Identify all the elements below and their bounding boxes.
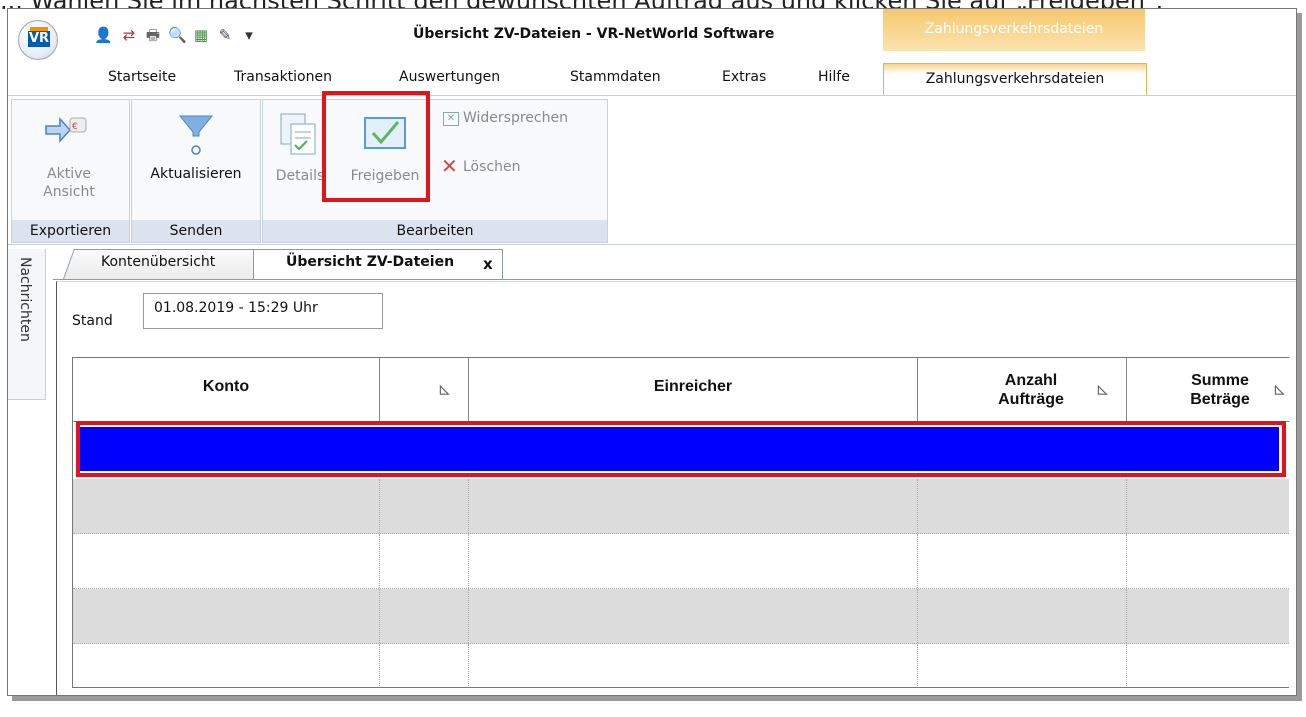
anzahl-header-line-1: Anzahl <box>1004 372 1058 389</box>
summe-header-line-2: Beträge <box>1190 391 1250 408</box>
selected-row-highlight-frame <box>76 421 1286 477</box>
group-label-exportieren: Exportieren <box>12 220 129 242</box>
loeschen-button[interactable]: ✕ Löschen <box>441 154 561 180</box>
freigeben-highlight-frame <box>322 91 430 202</box>
stand-label: Stand <box>72 313 113 329</box>
ribbon: € Aktive Ansicht Exportieren Aktualisier… <box>8 95 1296 245</box>
sort-icon: ◺ <box>440 382 450 396</box>
aktive-ansicht-button[interactable]: € Aktive Ansicht <box>34 110 104 200</box>
column-header-einreicher-label: Einreicher <box>653 378 733 395</box>
delete-x-icon: ✕ <box>441 154 458 178</box>
vr-logo-icon: VR <box>28 27 50 47</box>
aktualisieren-button[interactable]: Aktualisieren <box>138 110 254 196</box>
column-header-konto-label: Konto <box>202 378 250 395</box>
group-exportieren: € Aktive Ansicht Exportieren <box>11 99 130 243</box>
aktive-ansicht-label-1: Aktive <box>47 166 91 182</box>
transfer-icon[interactable]: ⇄ <box>120 26 138 44</box>
tab-hilfe[interactable]: Hilfe <box>818 69 850 85</box>
widersprechen-label: Widersprechen <box>463 110 568 126</box>
stand-field: 01.08.2019 - 15:29 Uhr <box>143 293 383 329</box>
widersprechen-button[interactable]: ✕ Widersprechen <box>441 110 601 132</box>
svg-text:€: € <box>72 122 78 132</box>
table-row[interactable] <box>73 644 1289 687</box>
table-row[interactable] <box>73 589 1289 644</box>
summe-header-line-1: Summe <box>1191 372 1249 389</box>
tab-uebersicht-zv-dateien-label: Übersicht ZV-Dateien <box>286 254 455 270</box>
aktualisieren-label: Aktualisieren <box>150 166 242 182</box>
title-bar: VR 👤 ⇄ 🖶 🔍 ▦ ✎ ▾ Übersicht ZV-Dateien - … <box>8 9 1296 60</box>
qat-customize-icon[interactable]: ▾ <box>240 26 258 44</box>
window-title: Übersicht ZV-Dateien - VR-NetWorld Softw… <box>413 26 775 42</box>
filter-icon <box>178 115 214 155</box>
close-tab-icon[interactable]: x <box>483 255 493 273</box>
export-icon[interactable]: ▦ <box>192 26 210 44</box>
aktive-ansicht-label-2: Ansicht <box>43 184 95 200</box>
loeschen-label: Löschen <box>463 159 521 175</box>
group-senden: Aktualisieren Senden <box>131 99 261 243</box>
tab-auswertungen[interactable]: Auswertungen <box>399 69 500 85</box>
tab-zahlungsverkehrsdateien[interactable]: Zahlungsverkehrsdateien <box>883 63 1147 97</box>
tab-stammdaten[interactable]: Stammdaten <box>570 69 661 85</box>
application-menu-button[interactable]: VR <box>18 20 58 60</box>
export-euro-icon: € <box>45 117 87 143</box>
column-header-sort[interactable]: ◺ <box>380 358 469 422</box>
table-row[interactable] <box>73 479 1289 534</box>
sort-icon: ◺ <box>1275 382 1285 396</box>
context-group-header: Zahlungsverkehrsdateien <box>883 9 1145 51</box>
widersprechen-icon: ✕ <box>443 112 459 126</box>
column-header-summe-betraege[interactable]: Summe Beträge ◺ <box>1127 358 1289 422</box>
tab-zahlungsverkehrsdateien-label: Zahlungsverkehrsdateien <box>925 71 1105 87</box>
details-icon <box>280 113 316 155</box>
tab-extras[interactable]: Extras <box>722 69 766 85</box>
sort-icon: ◺ <box>1098 382 1108 396</box>
document-tab-strip: Kontenübersicht Übersicht ZV-Dateien x <box>53 249 1296 280</box>
print-icon[interactable]: 🖶 <box>144 26 162 44</box>
nachrichten-label: Nachrichten <box>17 257 33 342</box>
zv-dateien-grid: Konto ◺ Einreicher Anzahl Aufträge ◺ Sum… <box>72 357 1289 688</box>
user-icon[interactable]: 👤 <box>94 26 113 44</box>
tab-kontenuebersicht-label: Kontenübersicht <box>101 254 216 270</box>
column-header-konto[interactable]: Konto <box>73 358 380 422</box>
column-header-einreicher[interactable]: Einreicher <box>469 358 918 422</box>
tab-startseite[interactable]: Startseite <box>108 69 176 85</box>
nachrichten-panel[interactable]: Nachrichten <box>8 249 46 400</box>
group-label-senden: Senden <box>132 220 260 242</box>
anzahl-header-line-2: Aufträge <box>998 391 1064 408</box>
group-bearbeiten: Details Freigeben ✕ Widersprechen ✕ Lösc… <box>262 99 608 243</box>
print-preview-icon[interactable]: 🔍 <box>168 26 187 44</box>
tab-transaktionen[interactable]: Transaktionen <box>234 69 332 85</box>
group-label-bearbeiten: Bearbeiten <box>263 220 607 242</box>
edit-icon[interactable]: ✎ <box>216 26 234 44</box>
table-row[interactable] <box>73 534 1289 589</box>
column-header-anzahl-auftraege[interactable]: Anzahl Aufträge ◺ <box>918 358 1127 422</box>
